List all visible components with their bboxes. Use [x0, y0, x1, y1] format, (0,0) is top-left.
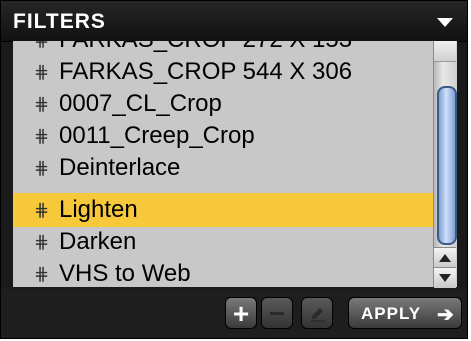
list-item-selected[interactable]: ⋕ Lighten: [13, 193, 433, 227]
apply-button-label: APPLY: [361, 304, 422, 323]
list-item-label: 0007_CL_Crop: [59, 90, 222, 117]
vertical-scrollbar[interactable]: [433, 41, 457, 288]
filters-panel: FILTERS ⋕ FARKAS_CROP 272 X 153 ⋕ FARKAS…: [0, 0, 468, 339]
list-item[interactable]: ⋕ VHS to Web: [13, 257, 433, 287]
add-filter-button[interactable]: +: [225, 297, 257, 329]
list-item[interactable]: ⋕ 0007_CL_Crop: [13, 87, 433, 121]
edit-filter-button[interactable]: [301, 297, 333, 329]
list-item[interactable]: ⋕ FARKAS_CROP 544 X 306: [13, 55, 433, 89]
scrollbar-thumb[interactable]: [437, 86, 457, 245]
pencil-icon: [311, 308, 325, 322]
remove-filter-button[interactable]: −: [261, 297, 293, 329]
minus-icon: −: [268, 298, 286, 329]
arrow-down-icon: [439, 274, 451, 282]
filter-icon: ⋕: [34, 200, 50, 220]
filter-icon: ⋕: [34, 126, 50, 146]
filter-list[interactable]: ⋕ FARKAS_CROP 272 X 153 ⋕ FARKAS_CROP 54…: [13, 41, 433, 287]
plus-icon: +: [232, 298, 250, 329]
scrollbar-top-cap: [434, 41, 456, 62]
list-item-label: FARKAS_CROP 544 X 306: [59, 58, 353, 85]
list-item-label: VHS to Web: [59, 260, 191, 287]
list-item-label: Lighten: [59, 196, 138, 223]
panel-title: FILTERS: [13, 10, 106, 33]
filter-icon: ⋕: [34, 264, 50, 284]
list-item[interactable]: ⋕ Deinterlace: [13, 151, 433, 185]
apply-button[interactable]: APPLY ➔: [348, 297, 462, 329]
panel-header: FILTERS: [1, 1, 467, 42]
list-item-label: FARKAS_CROP 272 X 153: [59, 41, 352, 53]
scroll-down-button[interactable]: [434, 267, 456, 288]
list-item-label: Darken: [59, 228, 137, 255]
filter-icon: ⋕: [34, 158, 50, 178]
scroll-up-button[interactable]: [434, 247, 456, 268]
filter-icon: ⋕: [34, 62, 50, 82]
arrow-up-icon: [439, 254, 451, 262]
filter-icon: ⋕: [34, 94, 50, 114]
arrow-right-icon: ➔: [437, 304, 455, 326]
list-item[interactable]: ⋕ Darken: [13, 225, 433, 259]
list-item[interactable]: ⋕ 0011_Creep_Crop: [13, 119, 433, 153]
caret-down-icon[interactable]: [437, 18, 453, 27]
filter-icon: ⋕: [34, 232, 50, 252]
list-item-label: Deinterlace: [59, 154, 181, 181]
list-item-label: 0011_Creep_Crop: [59, 122, 255, 149]
panel-toolbar: + − APPLY ➔: [1, 289, 467, 338]
